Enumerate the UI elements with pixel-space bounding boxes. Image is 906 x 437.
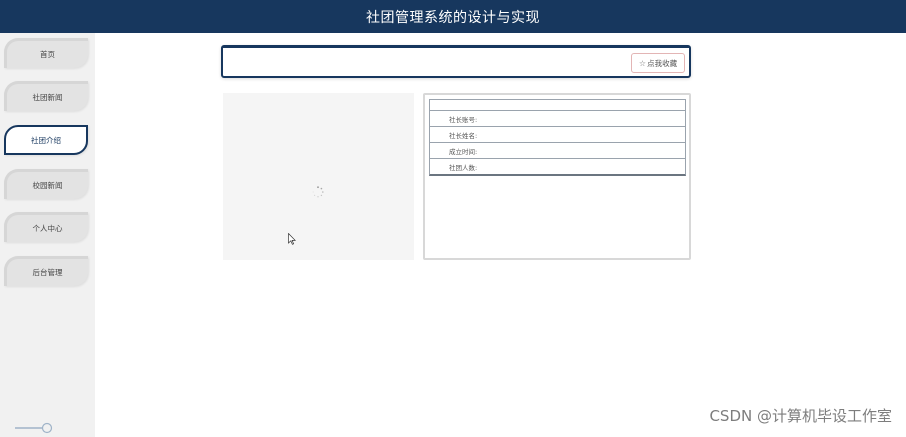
member-count-label: 社团人数: bbox=[449, 163, 478, 172]
sidebar-item-label: 校园新闻 bbox=[32, 181, 63, 190]
table-row: 社长姓名: bbox=[430, 126, 685, 142]
club-image-panel bbox=[223, 93, 414, 260]
mouse-cursor-icon bbox=[288, 233, 296, 245]
sidebar-item-club-intro[interactable]: 社团介绍 bbox=[4, 125, 88, 155]
sidebar-item-admin[interactable]: 后台管理 bbox=[4, 256, 88, 286]
sidebar-item-personal-center[interactable]: 个人中心 bbox=[4, 212, 88, 242]
favorite-button[interactable]: ☆ 点我收藏 bbox=[631, 53, 685, 73]
sidebar-item-label: 后台管理 bbox=[32, 268, 63, 277]
progress-slider-icon bbox=[15, 422, 53, 434]
sidebar-item-label: 社团新闻 bbox=[32, 93, 63, 102]
app-header: 社团管理系统的设计与实现 bbox=[0, 0, 906, 33]
title-bar-box: ☆ 点我收藏 bbox=[221, 45, 691, 78]
star-outline-icon: ☆ bbox=[638, 58, 647, 68]
club-info-panel: 社长账号: 社长姓名: 成立时间: 社团人数: bbox=[423, 93, 691, 260]
sidebar-item-label: 个人中心 bbox=[32, 224, 63, 233]
sidebar-item-label: 首页 bbox=[40, 50, 55, 59]
founded-time-label: 成立时间: bbox=[449, 147, 478, 156]
sidebar-item-label: 社团介绍 bbox=[31, 135, 61, 145]
sidebar-item-home[interactable]: 首页 bbox=[4, 38, 88, 68]
page-title: 社团管理系统的设计与实现 bbox=[366, 9, 540, 26]
favorite-button-label: 点我收藏 bbox=[647, 58, 678, 68]
loading-spinner-icon bbox=[312, 186, 324, 198]
president-account-label: 社长账号: bbox=[449, 115, 478, 124]
sidebar-item-campus-news[interactable]: 校园新闻 bbox=[4, 169, 88, 199]
president-name-label: 社长姓名: bbox=[449, 131, 478, 140]
club-info-table: 社长账号: 社长姓名: 成立时间: 社团人数: bbox=[429, 99, 686, 176]
sidebar: 首页 社团新闻 社团介绍 校园新闻 个人中心 后台管理 bbox=[0, 33, 95, 437]
table-row: 社长账号: bbox=[430, 110, 685, 126]
watermark: CSDN @计算机毕设工作室 bbox=[709, 407, 892, 425]
table-row: 社团人数: bbox=[430, 158, 685, 174]
sidebar-item-club-news[interactable]: 社团新闻 bbox=[4, 81, 88, 111]
table-row bbox=[430, 100, 685, 110]
table-row: 成立时间: bbox=[430, 142, 685, 158]
